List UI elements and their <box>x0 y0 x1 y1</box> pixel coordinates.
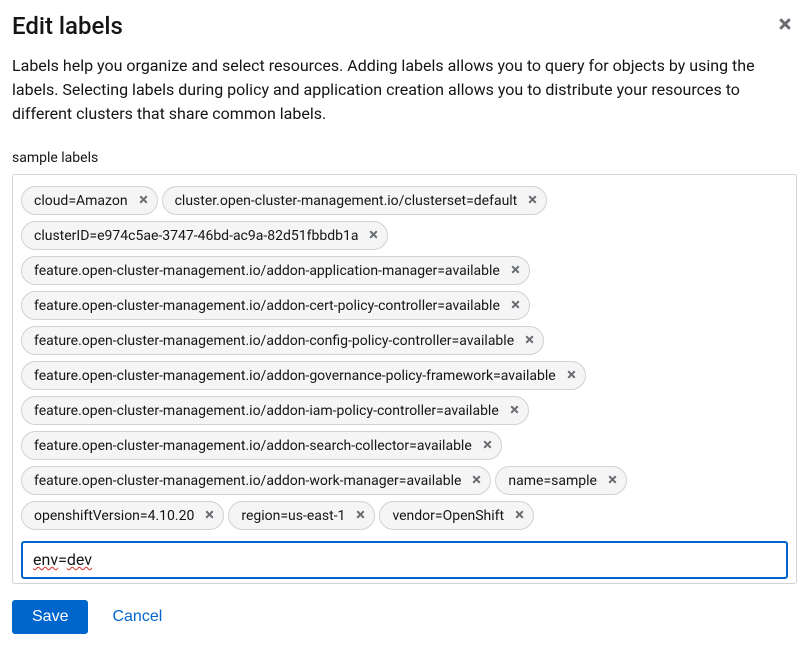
label-chip-text: name=sample <box>508 473 597 489</box>
label-chip-text: feature.open-cluster-management.io/addon… <box>34 333 514 349</box>
remove-label-button[interactable] <box>366 226 381 245</box>
label-chip: feature.open-cluster-management.io/addon… <box>21 256 530 285</box>
close-icon <box>607 473 618 488</box>
close-icon <box>368 228 379 243</box>
dialog-header: Edit labels <box>12 12 797 40</box>
label-chip-text: feature.open-cluster-management.io/addon… <box>34 368 556 384</box>
label-chip: feature.open-cluster-management.io/addon… <box>21 361 586 390</box>
label-chip: feature.open-cluster-management.io/addon… <box>21 431 502 460</box>
label-chip-text: feature.open-cluster-management.io/addon… <box>34 438 472 454</box>
remove-label-button[interactable] <box>522 331 537 350</box>
chips-host: cloud=Amazon cluster.open-cluster-managem… <box>21 183 788 533</box>
close-icon <box>777 16 793 35</box>
remove-label-button[interactable] <box>353 506 368 525</box>
label-chip-text: openshiftVersion=4.10.20 <box>34 508 194 524</box>
label-chip-text: feature.open-cluster-management.io/addon… <box>34 473 461 489</box>
label-chip: clusterID=e974c5ae-3747-46bd-ac9a-82d51f… <box>21 221 388 250</box>
close-icon <box>355 508 366 523</box>
remove-label-button[interactable] <box>564 366 579 385</box>
label-chip-text: vendor=OpenShift <box>392 508 504 524</box>
label-chip: feature.open-cluster-management.io/addon… <box>21 326 544 355</box>
remove-label-button[interactable] <box>469 471 484 490</box>
label-chip-text: region=us-east-1 <box>241 508 345 524</box>
close-icon <box>524 333 535 348</box>
label-chip: name=sample <box>495 466 627 495</box>
dialog-title: Edit labels <box>12 12 123 40</box>
remove-label-button[interactable] <box>512 506 527 525</box>
close-icon <box>471 473 482 488</box>
dialog-description: Labels help you organize and select reso… <box>12 54 797 126</box>
close-icon <box>527 193 538 208</box>
label-chip: feature.open-cluster-management.io/addon… <box>21 466 491 495</box>
label-chip: openshiftVersion=4.10.20 <box>21 501 224 530</box>
label-chip: vendor=OpenShift <box>379 501 534 530</box>
label-chip-text: cluster.open-cluster-management.io/clust… <box>175 193 518 209</box>
close-icon <box>509 403 520 418</box>
label-chip-text: feature.open-cluster-management.io/addon… <box>34 298 500 314</box>
label-chip: feature.open-cluster-management.io/addon… <box>21 396 529 425</box>
close-icon <box>510 298 521 313</box>
label-input-wrap: env=dev <box>21 541 788 579</box>
close-icon <box>482 438 493 453</box>
label-input[interactable]: env=dev <box>21 541 788 579</box>
close-icon <box>566 368 577 383</box>
remove-label-button[interactable] <box>508 261 523 280</box>
field-label: sample labels <box>12 150 797 166</box>
input-text-dev: dev <box>67 550 92 569</box>
remove-label-button[interactable] <box>507 401 522 420</box>
labels-container: cloud=Amazon cluster.open-cluster-managem… <box>12 174 797 584</box>
remove-label-button[interactable] <box>136 191 151 210</box>
close-button[interactable] <box>773 12 797 39</box>
close-icon <box>514 508 525 523</box>
label-chip-text: feature.open-cluster-management.io/addon… <box>34 403 499 419</box>
remove-label-button[interactable] <box>480 436 495 455</box>
close-icon <box>204 508 215 523</box>
close-icon <box>138 193 149 208</box>
remove-label-button[interactable] <box>202 506 217 525</box>
remove-label-button[interactable] <box>605 471 620 490</box>
remove-label-button[interactable] <box>508 296 523 315</box>
remove-label-button[interactable] <box>525 191 540 210</box>
label-chip-text: feature.open-cluster-management.io/addon… <box>34 263 500 279</box>
label-chip: region=us-east-1 <box>228 501 375 530</box>
label-chip-text: cloud=Amazon <box>34 193 128 209</box>
label-chip-text: clusterID=e974c5ae-3747-46bd-ac9a-82d51f… <box>34 228 358 244</box>
label-chip: cloud=Amazon <box>21 186 158 215</box>
close-icon <box>510 263 521 278</box>
label-chip: cluster.open-cluster-management.io/clust… <box>162 186 548 215</box>
input-text-env: env <box>33 550 58 569</box>
label-chip: feature.open-cluster-management.io/addon… <box>21 291 530 320</box>
